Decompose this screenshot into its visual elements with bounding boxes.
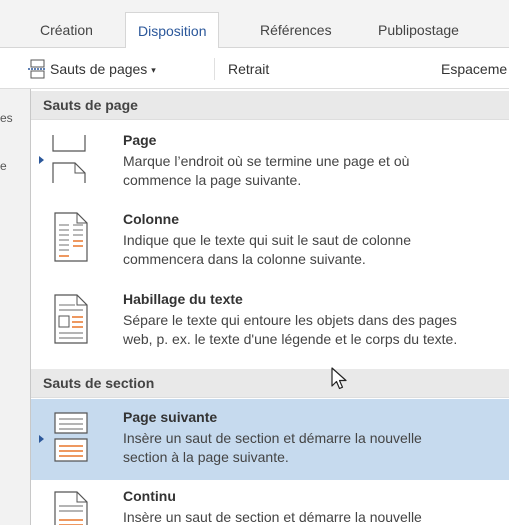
ribbon-tabs: Création Disposition Références Publipos… xyxy=(0,0,509,49)
selection-marker xyxy=(39,435,44,443)
tab-references[interactable]: Références xyxy=(248,12,344,49)
description-line: Marque l’endroit où se termine une page … xyxy=(123,153,410,169)
document-fragment-text: es xyxy=(0,111,13,125)
menu-item-title: Colonne xyxy=(123,211,179,227)
mouse-cursor-icon xyxy=(331,367,347,390)
page-breaks-label: Sauts de pages xyxy=(50,61,148,77)
menu-item-habillage-du-texte[interactable]: Habillage du texte Sépare le texte qui e… xyxy=(31,281,509,361)
description-line: Sépare le texte qui entoure les objets d… xyxy=(123,312,457,328)
indent-button[interactable]: Retrait xyxy=(228,56,269,82)
tab-publipostage[interactable]: Publipostage xyxy=(366,12,471,49)
section-header-section-breaks: Sauts de section xyxy=(31,369,509,398)
page-breaks-icon xyxy=(28,59,46,79)
tab-disposition[interactable]: Disposition xyxy=(125,12,220,49)
description-line: section à la page suivante. xyxy=(123,449,289,465)
menu-item-description: Marque l’endroit où se termine une page … xyxy=(123,152,508,190)
description-line: Insère un saut de section et démarre la … xyxy=(123,430,422,446)
continuous-section-icon xyxy=(54,491,88,525)
document-edge: es e xyxy=(0,89,30,525)
menu-item-page-suivante[interactable]: Page suivante Insère un saut de section … xyxy=(31,399,509,480)
selection-marker xyxy=(39,156,44,164)
document-fragment-text: e xyxy=(0,159,7,173)
description-line: Insère un saut de section et démarre la … xyxy=(123,509,422,525)
text-wrapping-icon xyxy=(54,294,88,344)
page-break-icon xyxy=(52,135,86,183)
column-break-icon xyxy=(54,212,88,262)
tab-creation[interactable]: Création xyxy=(28,12,105,49)
menu-item-page[interactable]: Page Marque l’endroit où se termine une … xyxy=(31,123,509,201)
menu-item-title: Continu xyxy=(123,488,176,504)
menu-item-title: Page suivante xyxy=(123,409,218,425)
menu-item-colonne[interactable]: Colonne Indique que le texte qui suit le… xyxy=(31,201,509,281)
page-breaks-dropdown-menu: Sauts de page Page Marque l’endroit où s… xyxy=(30,89,509,525)
menu-item-continu[interactable]: Continu Insère un saut de section et dém… xyxy=(31,482,509,525)
section-header-page-breaks: Sauts de page xyxy=(31,91,509,120)
description-line: web, p. ex. le texte d'une légende et le… xyxy=(123,331,458,347)
menu-item-title: Habillage du texte xyxy=(123,291,243,307)
toolbar-divider xyxy=(214,58,215,80)
chevron-down-icon: ▾ xyxy=(151,65,156,76)
menu-item-title: Page xyxy=(123,132,157,148)
description-line: commencera dans la colonne suivante. xyxy=(123,251,366,267)
spacing-button[interactable]: Espaceme xyxy=(441,56,507,82)
next-page-section-icon xyxy=(54,412,88,462)
description-line: Indique que le texte qui suit le saut de… xyxy=(123,232,411,248)
ribbon-toolbar: Sauts de pages ▾ Retrait Espaceme xyxy=(0,48,509,89)
description-line: commence la page suivante. xyxy=(123,172,302,188)
menu-item-description: Insère un saut de section et démarre la … xyxy=(123,429,508,467)
menu-item-description: Insère un saut de section et démarre la … xyxy=(123,508,508,525)
page-breaks-button[interactable]: Sauts de pages ▾ xyxy=(28,56,156,82)
menu-item-description: Sépare le texte qui entoure les objets d… xyxy=(123,311,508,349)
menu-item-description: Indique que le texte qui suit le saut de… xyxy=(123,231,508,269)
